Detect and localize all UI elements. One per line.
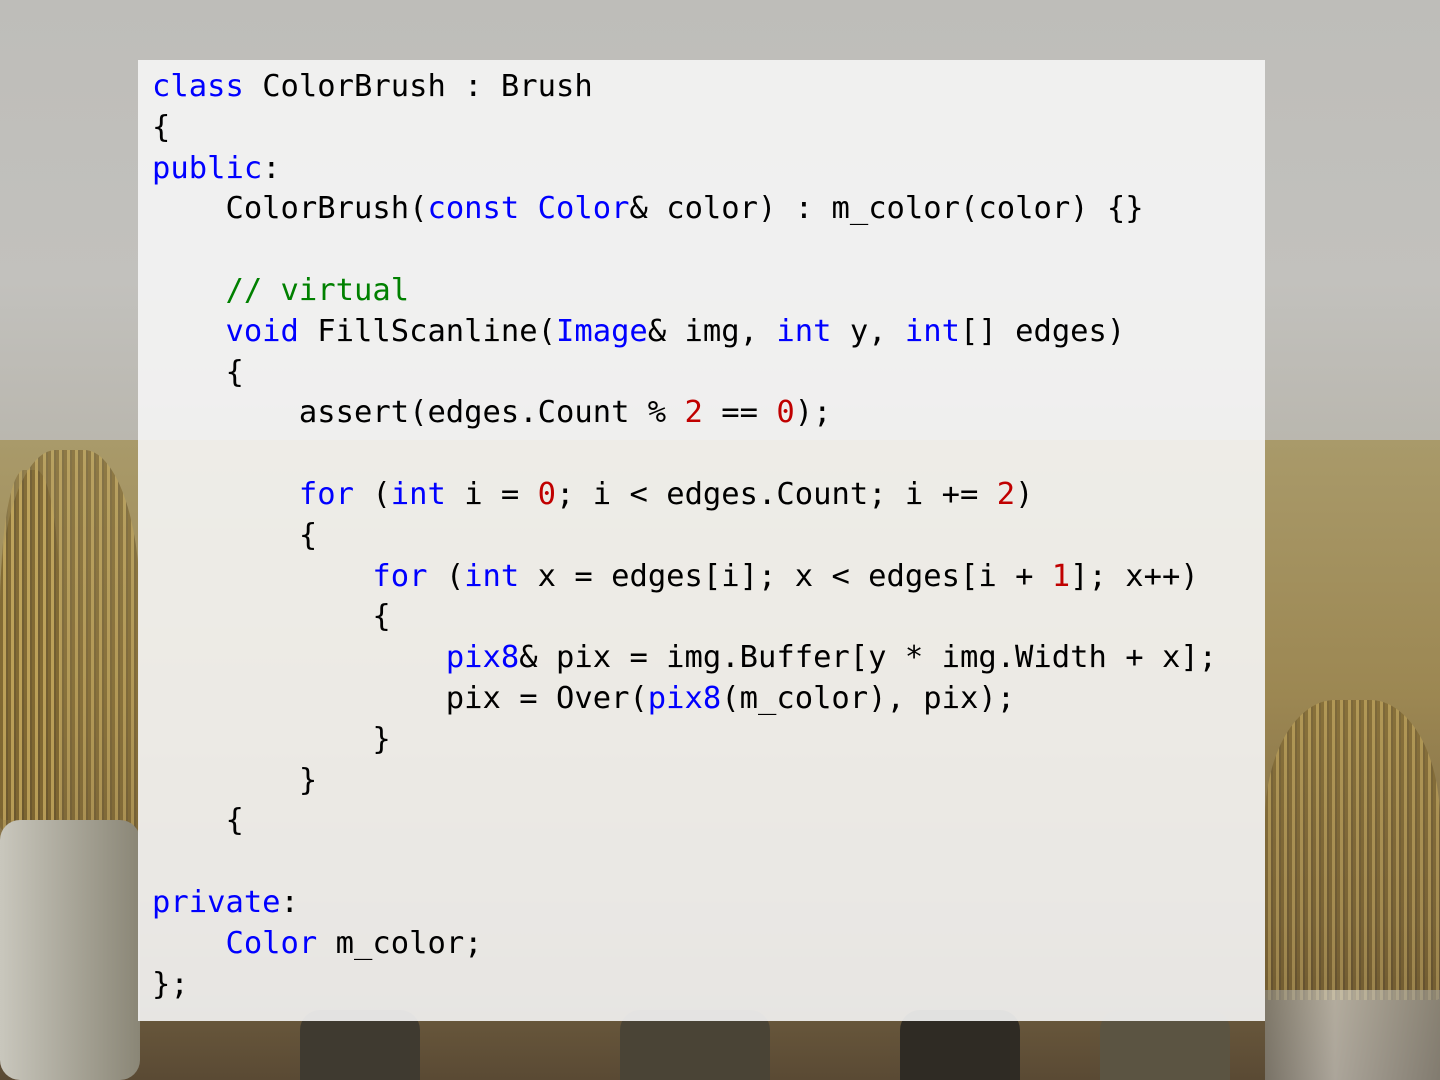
- brush-ferrule-right: [1265, 990, 1440, 1080]
- code-text: {: [152, 354, 244, 390]
- code-keyword: int: [776, 313, 832, 349]
- code-text: i =: [445, 476, 538, 512]
- code-text: {: [152, 803, 244, 839]
- code-block: class ColorBrush : Brush{public: ColorBr…: [152, 67, 1217, 1005]
- code-line: {: [152, 108, 1217, 149]
- code-line: }: [152, 761, 1217, 802]
- code-text: & pix = img.Buffer[y * img.Width + x];: [519, 640, 1218, 676]
- code-text: (m_color), pix);: [721, 680, 1016, 716]
- code-keyword: int: [464, 558, 520, 594]
- code-line: Color m_color;: [152, 924, 1217, 965]
- code-text: (: [354, 476, 391, 512]
- code-text: & color) : m_color(color) {}: [629, 191, 1144, 227]
- code-keyword: int: [390, 476, 446, 512]
- code-keyword: class: [152, 69, 244, 104]
- code-keyword: int: [904, 313, 960, 349]
- code-line: public:: [152, 149, 1217, 190]
- code-line: {: [152, 801, 1217, 842]
- code-line: for (int x = edges[i]; x < edges[i + 1];…: [152, 557, 1217, 598]
- code-text: assert(edges.Count %: [152, 395, 685, 431]
- code-text: );: [794, 395, 832, 431]
- code-line: {: [152, 353, 1217, 394]
- code-text: & img,: [647, 313, 777, 349]
- code-number: 0: [776, 395, 795, 431]
- code-text: ColorBrush : Brush: [243, 69, 593, 104]
- code-text: x = edges[i]; x < edges[i +: [519, 558, 1052, 594]
- code-line: ColorBrush(const Color& color) : m_color…: [152, 189, 1217, 230]
- code-type: Color: [225, 925, 318, 961]
- code-text: :: [280, 884, 299, 920]
- code-keyword: for: [298, 476, 354, 512]
- code-text: };: [152, 966, 189, 1002]
- code-text: m_color;: [317, 925, 483, 961]
- code-line: pix = Over(pix8(m_color), pix);: [152, 679, 1217, 720]
- code-line: for (int i = 0; i < edges.Count; i += 2): [152, 475, 1217, 516]
- code-line: assert(edges.Count % 2 == 0);: [152, 393, 1217, 434]
- code-keyword: public: [152, 150, 263, 186]
- code-text: y,: [831, 313, 905, 349]
- code-line: }: [152, 720, 1217, 761]
- code-keyword: private: [152, 884, 281, 920]
- code-line: // virtual: [152, 271, 1217, 312]
- code-line: {: [152, 597, 1217, 638]
- code-text: }: [152, 762, 318, 798]
- code-text: ): [1015, 476, 1034, 512]
- code-text: {: [152, 599, 391, 635]
- code-type: pix8: [445, 640, 520, 676]
- code-type: Image: [555, 313, 648, 349]
- code-line: class ColorBrush : Brush: [152, 67, 1217, 108]
- code-keyword: for: [372, 558, 428, 594]
- code-number: 0: [537, 476, 557, 512]
- code-text: FillScanline(: [298, 313, 556, 349]
- code-text: (: [427, 558, 465, 594]
- code-text: [] edges): [960, 313, 1126, 349]
- code-text: {: [152, 109, 171, 145]
- code-line: };: [152, 965, 1217, 1006]
- code-type: pix8: [647, 680, 722, 716]
- code-text: ; i < edges.Count; i +=: [556, 476, 997, 512]
- code-line: {: [152, 516, 1217, 557]
- code-type: Color: [537, 191, 630, 227]
- code-number: 1: [1051, 558, 1071, 594]
- code-number: 2: [684, 395, 703, 431]
- code-comment: // virtual: [152, 272, 410, 308]
- code-line: private:: [152, 883, 1217, 924]
- code-keyword: const: [427, 191, 520, 227]
- code-number: 2: [996, 476, 1016, 512]
- code-text: ]; x++): [1070, 558, 1199, 594]
- code-text: pix = Over(: [152, 680, 648, 716]
- code-text: }: [152, 721, 391, 757]
- code-line: pix8& pix = img.Buffer[y * img.Width + x…: [152, 638, 1217, 679]
- brush-bristles-right: [1265, 700, 1440, 1000]
- brush-handle-left: [0, 820, 140, 1080]
- code-text: :: [262, 150, 281, 186]
- code-text: ColorBrush(: [152, 191, 428, 227]
- code-keyword: void: [225, 313, 299, 349]
- code-line: void FillScanline(Image& img, int y, int…: [152, 312, 1217, 353]
- code-text: ==: [702, 395, 777, 431]
- brush-bristles-far-left: [0, 470, 60, 820]
- code-text: {: [152, 517, 318, 553]
